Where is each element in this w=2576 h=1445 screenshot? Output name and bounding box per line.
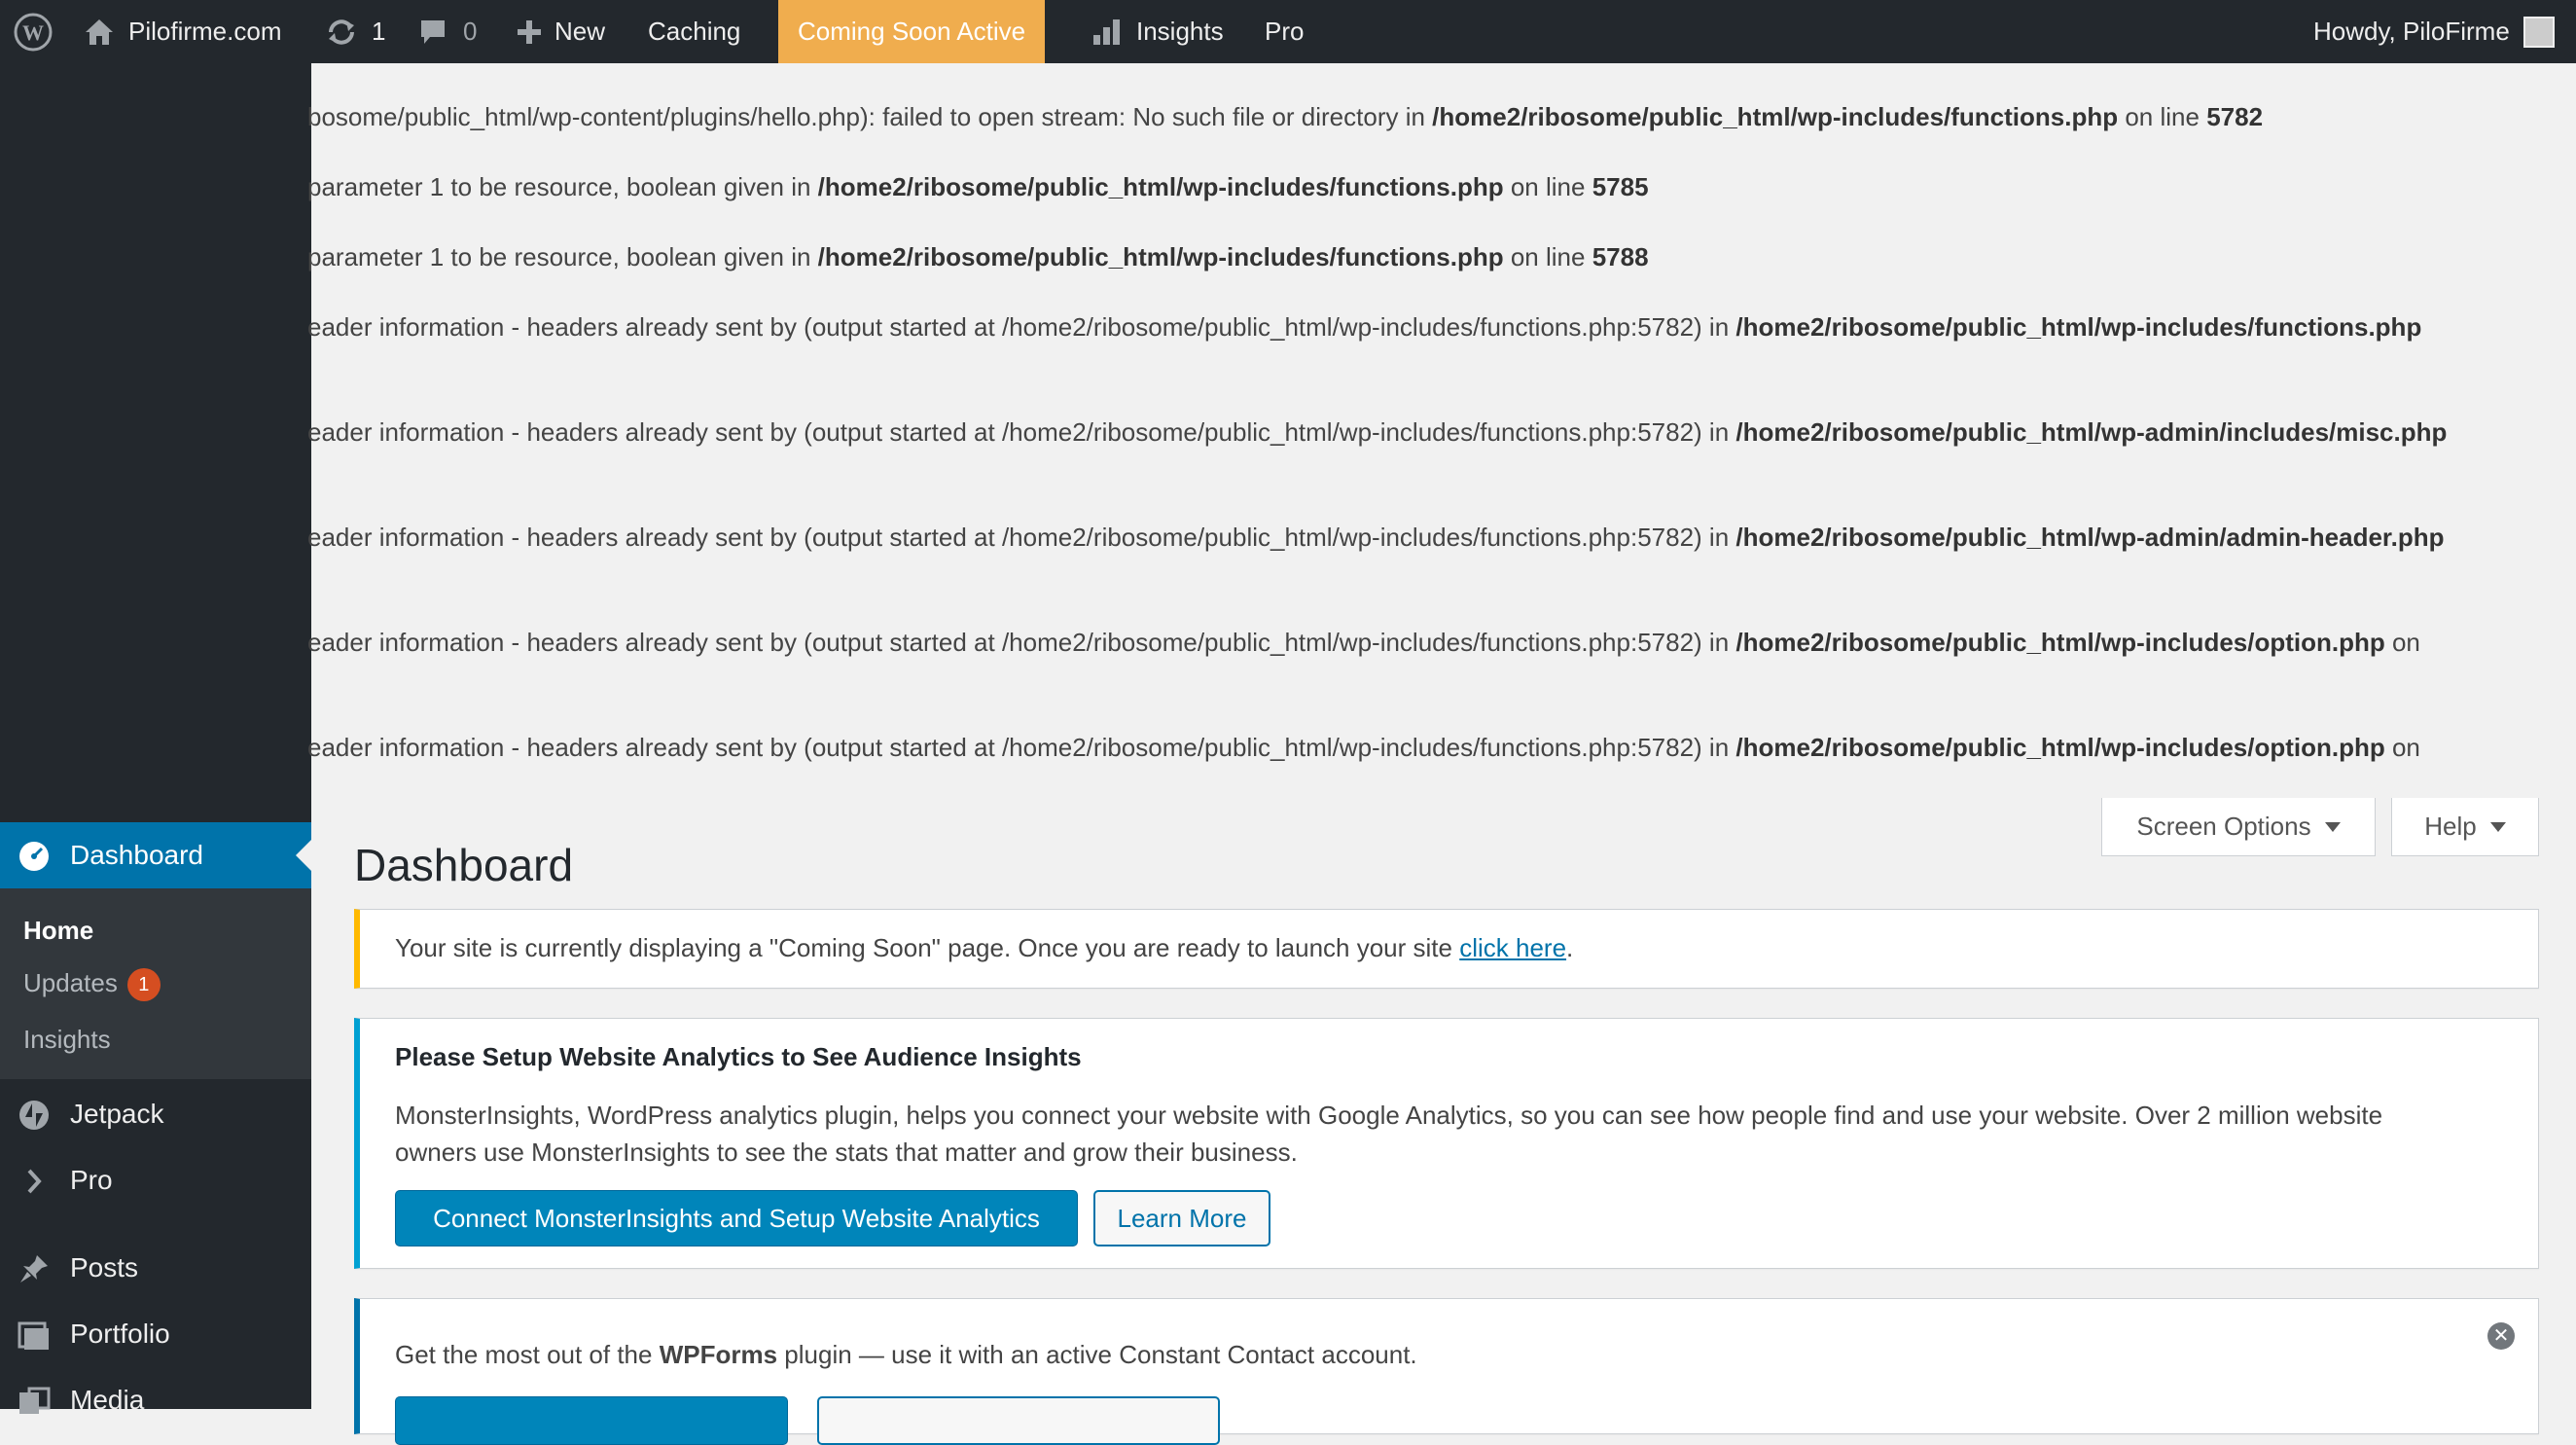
php-error-line: parameter 1 to be resource, boolean give… — [307, 172, 1649, 201]
screen-options-button[interactable]: Screen Options — [2101, 798, 2376, 856]
wpforms-notice: Get the most out of the WPForms plugin —… — [354, 1298, 2539, 1445]
submenu-updates-label: Updates — [23, 968, 118, 997]
php-error-line: eader information - headers already sent… — [307, 628, 2420, 657]
analytics-notice-title: Please Setup Website Analytics to See Au… — [395, 1042, 1082, 1071]
home-icon — [84, 18, 115, 47]
coming-soon-notice-text: Your site is currently displaying a "Com… — [395, 933, 1574, 962]
plus-icon — [516, 18, 543, 46]
site-name: Pilofirme.com — [128, 17, 282, 46]
new-label: New — [555, 17, 606, 46]
my-account-link[interactable]: Howdy, PiloFirme — [2313, 0, 2555, 63]
updates-count: 1 — [372, 17, 386, 46]
caret-down-icon — [2324, 821, 2341, 832]
php-error-line: eader information - headers already sent… — [307, 733, 2420, 762]
php-error-line: eader information - headers already sent… — [307, 312, 2422, 342]
php-error-line: eader information - headers already sent… — [307, 523, 2445, 552]
howdy-text: Howdy, PiloFirme — [2313, 17, 2510, 46]
dashboard-submenu: Home Updates 1 Insights — [0, 888, 311, 1079]
menu-jetpack-label: Jetpack — [70, 1099, 164, 1129]
help-button[interactable]: Help — [2391, 798, 2539, 856]
coming-soon-active-link[interactable]: Coming Soon Active — [778, 0, 1046, 63]
menu-portfolio-label: Portfolio — [70, 1319, 170, 1349]
submenu-insights[interactable]: Insights — [23, 1025, 111, 1055]
caret-down-icon — [2489, 821, 2506, 832]
comments-link[interactable]: 0 — [418, 0, 477, 63]
dismiss-icon[interactable]: ✕ — [2487, 1322, 2515, 1350]
menu-pro[interactable]: Pro — [0, 1147, 311, 1213]
updates-link[interactable]: 1 — [325, 0, 385, 63]
svg-text:W: W — [22, 20, 44, 45]
php-error-line: eader information - headers already sent… — [307, 417, 2448, 447]
click-here-link[interactable]: click here — [1459, 933, 1566, 962]
chevron-right-icon — [18, 1165, 51, 1198]
menu-pro-label: Pro — [70, 1165, 113, 1195]
menu-posts-label: Posts — [70, 1252, 139, 1282]
wpforms-notice-text: Get the most out of the WPForms plugin —… — [395, 1340, 1417, 1369]
admin-bar: W Pilofirme.com 1 0 New Caching Coming S… — [0, 0, 2576, 63]
caching-link[interactable]: Caching — [648, 0, 740, 63]
analytics-notice-body: MonsterInsights, WordPress analytics plu… — [395, 1101, 2383, 1167]
media-icon — [18, 1385, 51, 1418]
menu-jetpack[interactable]: Jetpack — [0, 1081, 311, 1147]
wpforms-primary-button[interactable] — [395, 1396, 788, 1445]
caching-label: Caching — [648, 17, 741, 46]
menu-media[interactable]: Media — [0, 1367, 311, 1433]
wpforms-secondary-button[interactable] — [817, 1396, 1220, 1445]
updates-badge: 1 — [126, 968, 161, 1002]
site-name-link[interactable]: Pilofirme.com — [84, 0, 281, 63]
menu-portfolio[interactable]: Portfolio — [0, 1301, 311, 1367]
portfolio-icon — [18, 1319, 51, 1352]
php-error-line: parameter 1 to be resource, boolean give… — [307, 242, 1649, 271]
php-error-line: bosome/public_html/wp-content/plugins/he… — [307, 102, 2264, 131]
menu-dashboard-label: Dashboard — [70, 840, 203, 870]
coming-soon-label: Coming Soon Active — [798, 17, 1026, 46]
page-title: Dashboard — [354, 840, 574, 890]
jetpack-icon — [18, 1099, 51, 1132]
comment-icon — [418, 18, 447, 47]
refresh-icon — [325, 18, 358, 47]
admin-sidebar: Dashboard Home Updates 1 Insights Jetpack… — [0, 63, 311, 1415]
pro-label: Pro — [1265, 17, 1305, 46]
menu-posts[interactable]: Posts — [0, 1235, 311, 1301]
bar-chart-icon — [1091, 18, 1123, 47]
dashboard-icon — [18, 840, 51, 873]
learn-more-button[interactable]: Learn More — [1093, 1190, 1270, 1246]
avatar — [2522, 16, 2555, 48]
insights-label: Insights — [1136, 17, 1224, 46]
current-menu-arrow — [296, 840, 311, 871]
submenu-updates[interactable]: Updates 1 — [23, 968, 161, 1002]
comments-count: 0 — [463, 17, 478, 46]
submenu-home[interactable]: Home — [23, 916, 93, 946]
insights-link[interactable]: Insights — [1091, 0, 1224, 63]
wordpress-logo-icon[interactable]: W — [14, 0, 53, 63]
pin-icon — [18, 1252, 51, 1285]
help-label: Help — [2424, 812, 2477, 841]
menu-media-label: Media — [70, 1385, 145, 1415]
pro-link[interactable]: Pro — [1265, 0, 1304, 63]
screen-options-label: Screen Options — [2136, 812, 2311, 841]
coming-soon-notice: Your site is currently displaying a "Com… — [354, 909, 2539, 989]
connect-monsterinsights-button[interactable]: Connect MonsterInsights and Setup Websit… — [395, 1190, 1078, 1246]
analytics-notice: Please Setup Website Analytics to See Au… — [354, 1018, 2539, 1269]
new-content-link[interactable]: New — [516, 0, 605, 63]
menu-dashboard[interactable]: Dashboard — [0, 822, 311, 888]
